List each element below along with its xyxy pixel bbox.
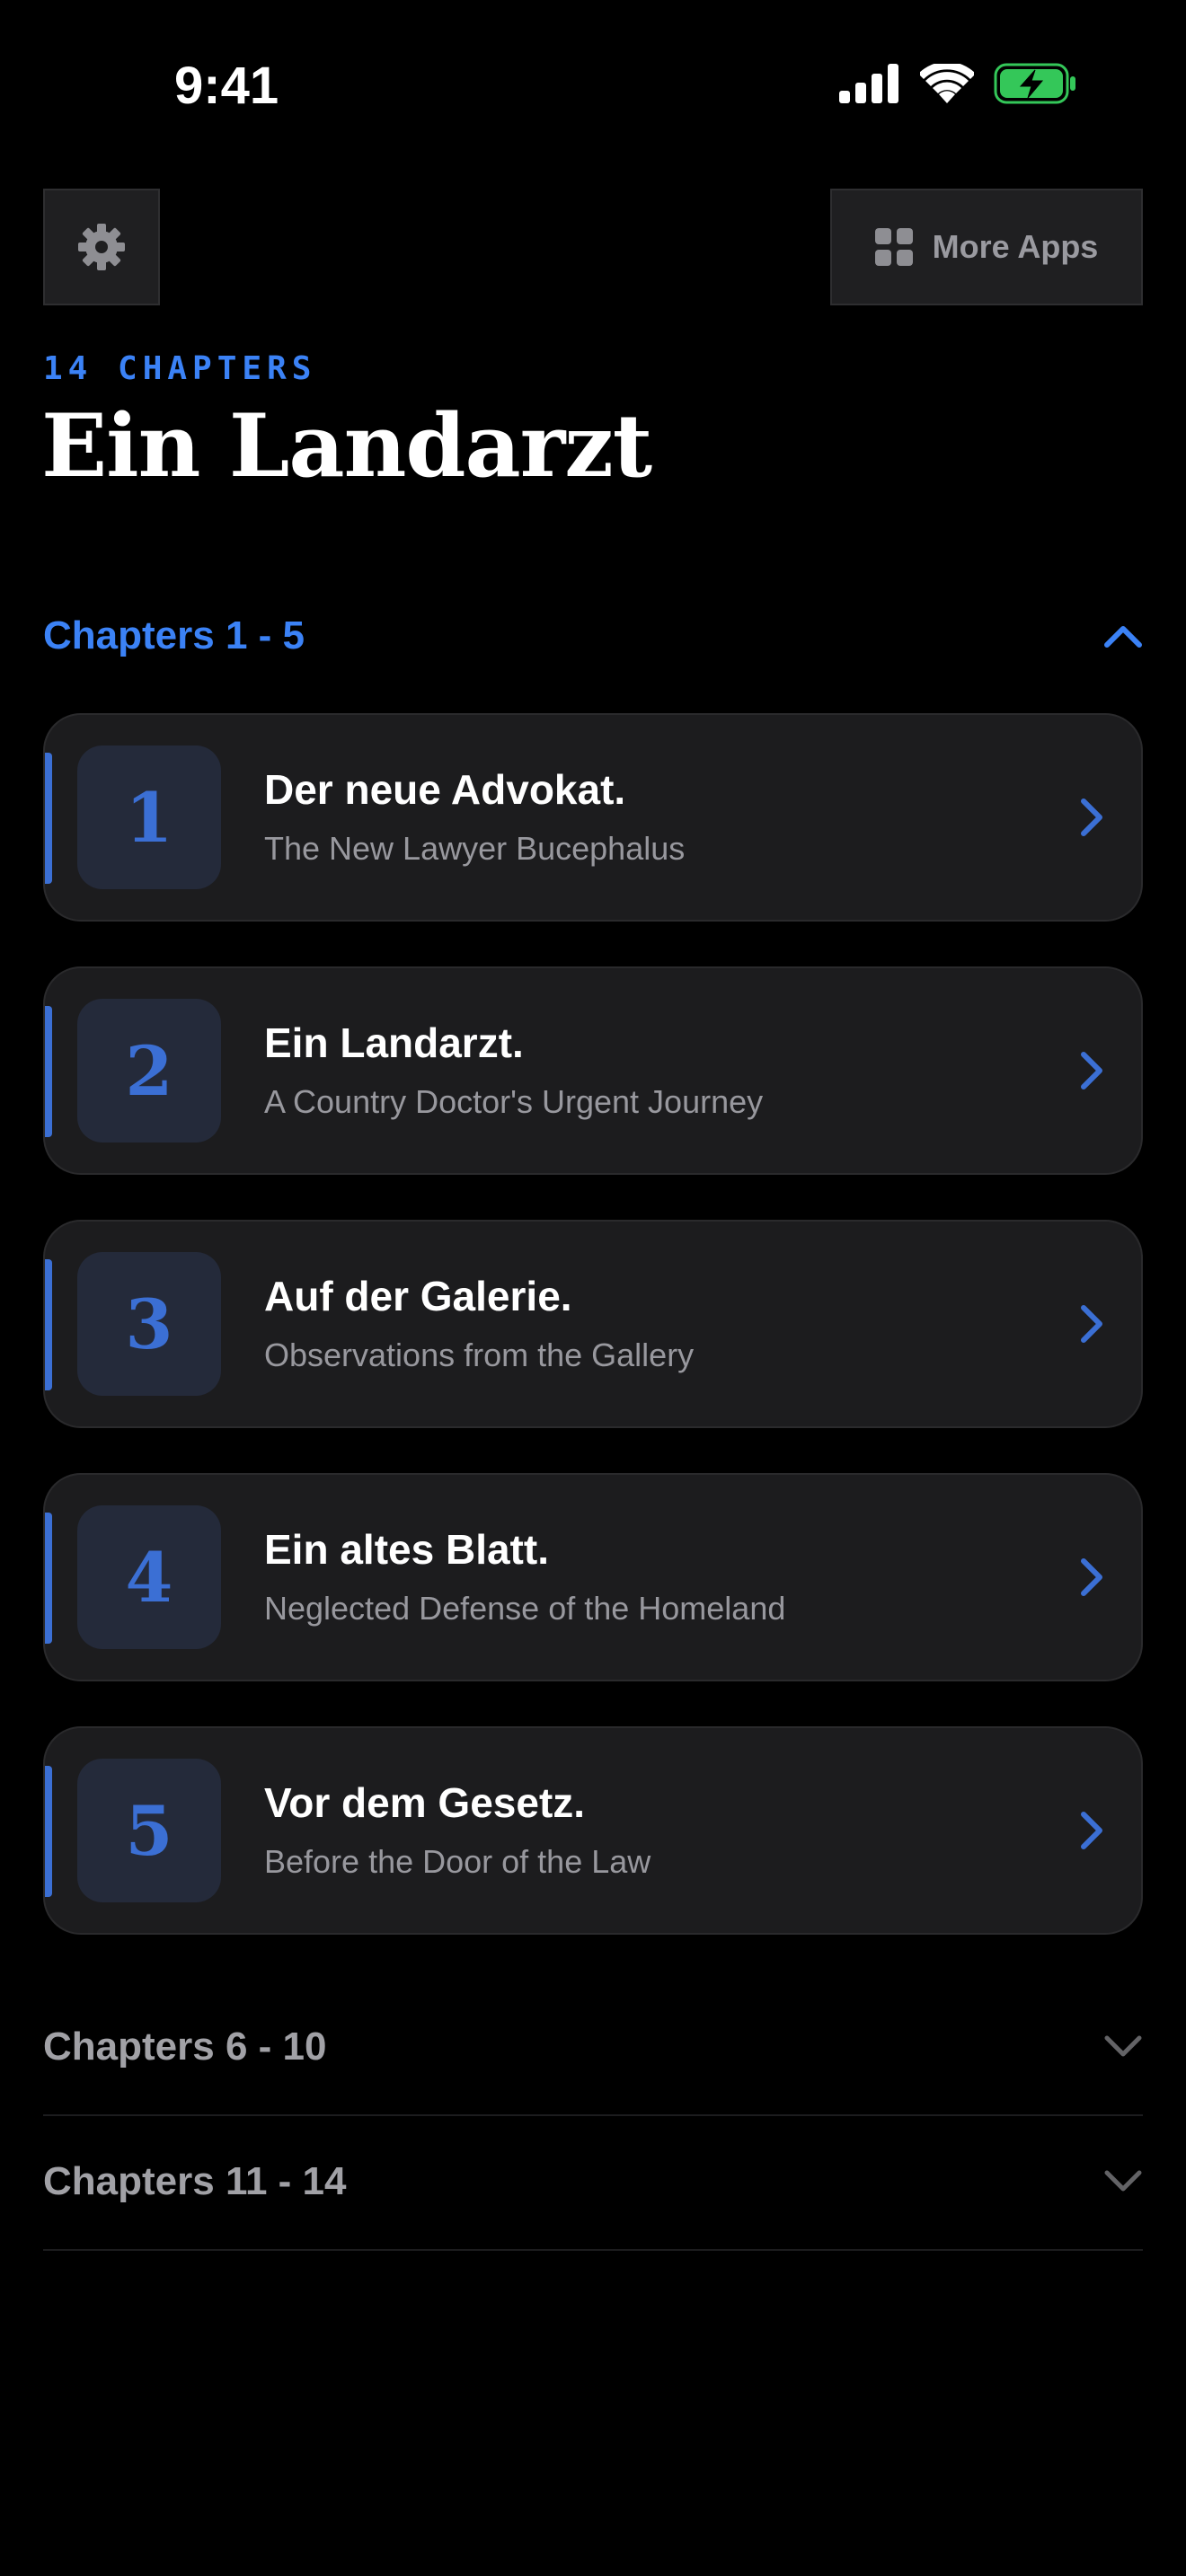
grid-icon: [874, 228, 913, 266]
chapter-title: Der neue Advokat.: [264, 766, 626, 813]
chapters-count: 14 CHAPTERS: [43, 350, 317, 387]
section-header-chapters-1-5[interactable]: Chapters 1 - 5: [43, 607, 1143, 665]
chevron-right-icon: [1081, 798, 1102, 836]
section-label: Chapters 11 - 14: [43, 2159, 347, 2203]
chapter-number: 5: [77, 1759, 221, 1902]
chevron-right-icon: [1081, 1558, 1102, 1596]
chevron-right-icon: [1081, 1305, 1102, 1343]
battery-icon: [994, 63, 1075, 104]
chapter-title: Vor dem Gesetz.: [264, 1779, 586, 1826]
chapter-subtitle: Observations from the Gallery: [264, 1337, 695, 1373]
chapter-card-5[interactable]: 5 Vor dem Gesetz. Before the Door of the…: [43, 1726, 1143, 1935]
chapter-subtitle: The New Lawyer Bucephalus: [264, 830, 686, 867]
chapter-subtitle: Neglected Defense of the Homeland: [264, 1590, 786, 1627]
chapter-number: 4: [77, 1505, 221, 1649]
gear-icon: [78, 224, 125, 270]
section-header-chapters-6-10[interactable]: Chapters 6 - 10: [43, 1980, 1143, 2116]
card-accent-bar: [45, 1513, 52, 1644]
chapter-number: 1: [77, 745, 221, 889]
chapter-number: 3: [77, 1252, 221, 1396]
chapter-title: Ein Landarzt.: [264, 1019, 524, 1066]
settings-button[interactable]: [43, 189, 160, 305]
section-label: Chapters 1 - 5: [43, 613, 305, 657]
more-apps-label: More Apps: [932, 228, 1099, 265]
chevron-down-icon: [1104, 2170, 1142, 2192]
page-title: Ein Landarzt: [41, 395, 652, 497]
chapter-subtitle: Before the Door of the Law: [264, 1843, 651, 1880]
chapter-card-1[interactable]: 1 Der neue Advokat. The New Lawyer Bucep…: [43, 713, 1143, 922]
card-accent-bar: [45, 753, 52, 884]
chevron-right-icon: [1081, 1052, 1102, 1090]
chapter-card-2[interactable]: 2 Ein Landarzt. A Country Doctor's Urgen…: [43, 966, 1143, 1175]
chapter-title: Auf der Galerie.: [264, 1273, 572, 1319]
chapter-card-4[interactable]: 4 Ein altes Blatt. Neglected Defense of …: [43, 1473, 1143, 1681]
chapter-card-3[interactable]: 3 Auf der Galerie. Observations from the…: [43, 1220, 1143, 1428]
more-apps-button[interactable]: More Apps: [830, 189, 1143, 305]
card-accent-bar: [45, 1006, 52, 1137]
chapter-title: Ein altes Blatt.: [264, 1526, 549, 1573]
status-icons: [839, 63, 1076, 104]
card-accent-bar: [45, 1259, 52, 1390]
chapter-subtitle: A Country Doctor's Urgent Journey: [264, 1083, 764, 1120]
chevron-down-icon: [1104, 2035, 1142, 2057]
card-accent-bar: [45, 1766, 52, 1897]
status-time: 9:41: [174, 57, 279, 115]
signal-icon: [839, 64, 898, 103]
chevron-up-icon: [1104, 626, 1142, 648]
wifi-icon: [920, 64, 974, 103]
chapter-number: 2: [77, 999, 221, 1142]
section-label: Chapters 6 - 10: [43, 2025, 327, 2069]
chevron-right-icon: [1081, 1812, 1102, 1849]
status-bar: 9:41: [0, 0, 1186, 171]
section-header-chapters-11-14[interactable]: Chapters 11 - 14: [43, 2114, 1143, 2251]
